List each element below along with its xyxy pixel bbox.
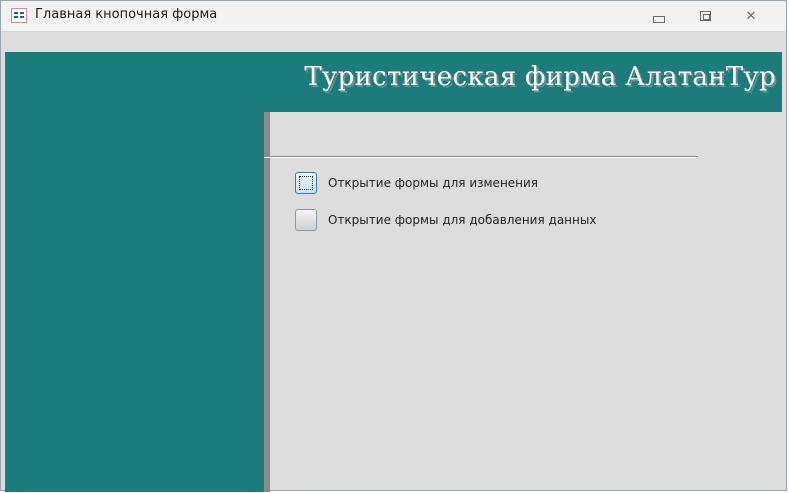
minimize-button[interactable] <box>645 5 673 27</box>
menu-item-label: Открытие формы для добавления данных <box>328 213 597 227</box>
form-body: Туристическая фирма АлатанТур Открытие ф… <box>1 32 786 492</box>
window-title: Главная кнопочная форма <box>35 7 218 22</box>
menu-item-label: Открытие формы для изменения <box>328 176 539 190</box>
menu-item-open-edit-form: Открытие формы для изменения <box>295 171 538 195</box>
switchboard-window: Главная кнопочная форма ✕ Туристическая … <box>0 0 787 492</box>
open-add-form-button[interactable] <box>295 209 317 231</box>
banner-title: Туристическая фирма АлатанТур <box>304 62 776 92</box>
menu-item-open-add-form: Открытие формы для добавления данных <box>295 208 596 232</box>
open-edit-form-button[interactable] <box>295 172 317 194</box>
maximize-button[interactable] <box>691 5 719 27</box>
form-icon <box>11 8 27 23</box>
header-banner: Туристическая фирма АлатанТур <box>264 52 782 112</box>
teal-side-panel <box>5 52 264 492</box>
close-icon: ✕ <box>745 8 757 24</box>
title-bar: Главная кнопочная форма ✕ <box>1 1 786 32</box>
vertical-separator <box>264 112 270 492</box>
maximize-icon <box>699 11 711 21</box>
minimize-icon <box>653 15 665 23</box>
close-button[interactable]: ✕ <box>737 5 765 27</box>
horizontal-separator <box>264 156 698 158</box>
